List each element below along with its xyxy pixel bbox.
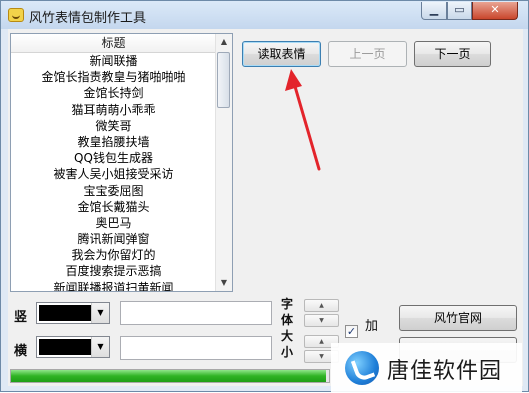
add-checkbox[interactable]: ✓ — [345, 325, 358, 338]
chevron-down-icon[interactable]: ▼ — [91, 337, 109, 357]
list-column-header[interactable]: 标题 — [11, 34, 216, 53]
list-items: 新闻联播 金馆长指责教皇与猪啪啪啪 金馆长持剑 猫耳萌萌小乖乖 微笑哥 教皇掐腰扶墙 QQ钱… — [11, 53, 216, 291]
vertical-color-swatch — [39, 305, 91, 321]
next-page-button[interactable]: 下一页 — [414, 41, 491, 67]
vertical-text-input[interactable] — [120, 301, 272, 325]
prev-page-button[interactable]: 上一页 — [328, 41, 407, 67]
horizontal-label: 横 — [14, 344, 28, 359]
app-smiley-icon — [8, 8, 24, 22]
progress-bar — [10, 369, 330, 383]
scroll-up-arrow-icon[interactable]: ▲ — [216, 34, 232, 50]
list-item[interactable]: 金馆长持剑 — [11, 85, 216, 101]
horizontal-color-combo[interactable]: ▼ — [36, 336, 110, 358]
list-item[interactable]: 教皇掐腰扶墙 — [11, 134, 216, 150]
list-item[interactable]: 被害人吴小姐接受采访 — [11, 166, 216, 182]
window-title: 风竹表情包制作工具 — [29, 11, 147, 26]
list-item[interactable]: 我会为你留灯的 — [11, 247, 216, 263]
title-listbox[interactable]: 标题 新闻联播 金馆长指责教皇与猪啪啪啪 金馆长持剑 猫耳萌萌小乖乖 微笑哥 教皇掐腰扶墙… — [10, 33, 233, 292]
list-scrollbar[interactable]: ▲ ▼ — [215, 34, 232, 291]
spin-down-icon[interactable]: ▼ — [304, 314, 339, 327]
add-label: 加 — [365, 319, 379, 334]
list-item[interactable]: 宝宝委屈图 — [11, 183, 216, 199]
red-arrow-annotation — [285, 69, 321, 171]
scroll-thumb[interactable] — [217, 52, 230, 108]
close-button[interactable]: ✕ — [472, 2, 518, 20]
horizontal-text-input[interactable] — [120, 336, 272, 360]
list-item[interactable]: 腾讯新闻弹窗 — [11, 231, 216, 247]
chevron-down-icon[interactable]: ▼ — [91, 303, 109, 323]
list-item[interactable]: 奥巴马 — [11, 215, 216, 231]
watermark: 唐佳软件园 — [331, 343, 522, 393]
client-area: 标题 新闻联播 金馆长指责教皇与猪啪啪啪 金馆长持剑 猫耳萌萌小乖乖 微笑哥 教皇掐腰扶墙… — [8, 29, 523, 386]
list-item[interactable]: 猫耳萌萌小乖乖 — [11, 102, 216, 118]
list-item[interactable]: 金馆长指责教皇与猪啪啪啪 — [11, 69, 216, 85]
minimize-button[interactable]: ▁ — [421, 2, 447, 20]
read-emoji-button[interactable]: 读取表情 — [242, 41, 321, 67]
list-item[interactable]: 新闻联播 — [11, 53, 216, 69]
list-item[interactable]: 新闻联播报道扫黄新闻 — [11, 280, 216, 291]
spin-up-icon[interactable]: ▲ — [304, 299, 339, 312]
horizontal-color-swatch — [39, 339, 91, 355]
app-window: 风竹表情包制作工具 ▁ ▭ ✕ 标题 新闻联播 金馆长指责教皇与猪啪啪啪 金馆长持剑… — [0, 0, 529, 393]
list-item[interactable]: QQ钱包生成器 — [11, 150, 216, 166]
progress-fill — [11, 370, 326, 382]
vertical-label: 竖 — [14, 310, 28, 325]
vertical-color-combo[interactable]: ▼ — [36, 302, 110, 324]
watermark-text: 唐佳软件园 — [387, 359, 503, 384]
font-size-label: 字体大小 — [280, 297, 293, 359]
list-item[interactable]: 百度搜索提示恶搞 — [11, 263, 216, 279]
website-button[interactable]: 风竹官网 — [399, 305, 517, 331]
title-bar[interactable]: 风竹表情包制作工具 ▁ ▭ ✕ — [1, 1, 528, 29]
maximize-button[interactable]: ▭ — [447, 2, 472, 20]
watermark-logo-icon — [345, 351, 379, 385]
scroll-down-arrow-icon[interactable]: ▼ — [216, 275, 232, 291]
list-item[interactable]: 金馆长戴猫头 — [11, 199, 216, 215]
list-item[interactable]: 微笑哥 — [11, 118, 216, 134]
